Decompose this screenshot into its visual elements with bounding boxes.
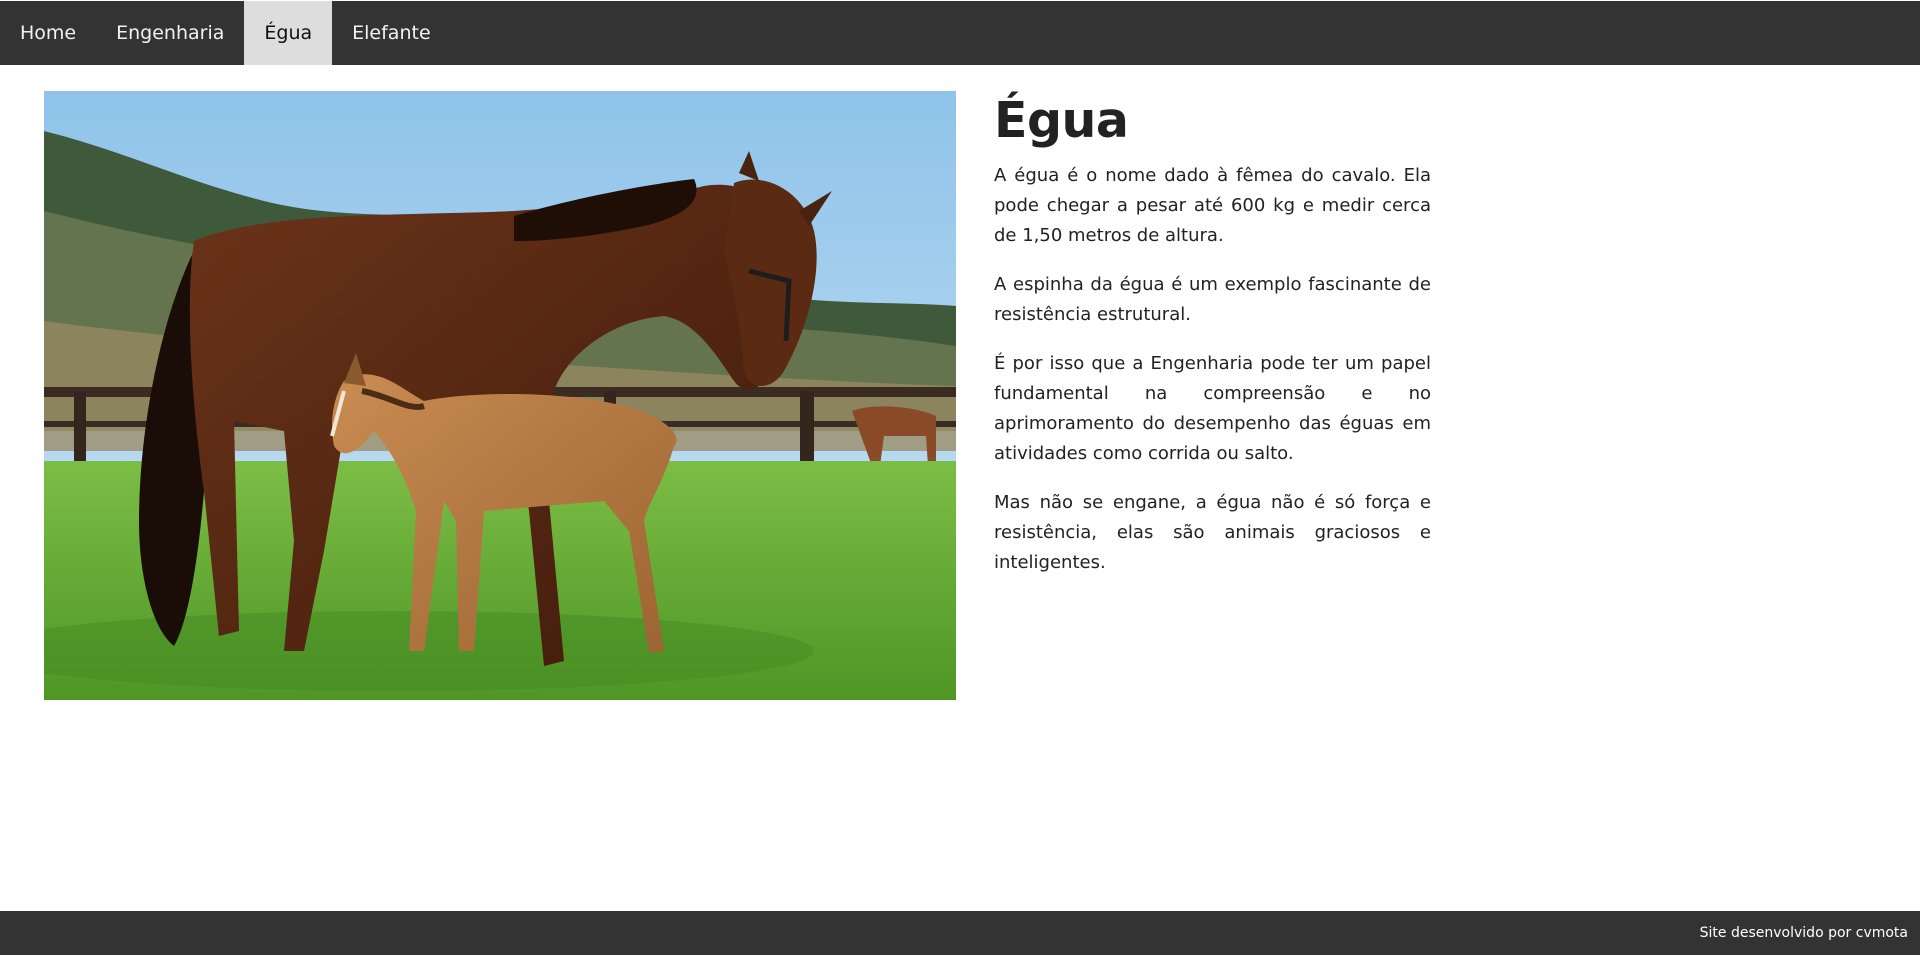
top-navbar: Home Engenharia Égua Elefante <box>0 1 1920 65</box>
page-title: Égua <box>994 92 1129 149</box>
page-footer: Site desenvolvido por cvmota <box>0 911 1920 955</box>
footer-credit: Site desenvolvido por cvmota <box>1699 925 1908 941</box>
article: Égua A égua é o nome dado à fêmea do cav… <box>994 91 1431 597</box>
article-paragraph-4: Mas não se engane, a égua não é só força… <box>994 492 1431 573</box>
article-paragraph-3: É por isso que a Engenharia pode ter um … <box>994 353 1431 464</box>
article-paragraph-1: A égua é o nome dado à fêmea do cavalo. … <box>994 165 1431 246</box>
nav-link-egua[interactable]: Égua <box>244 1 333 65</box>
nav-link-elefante[interactable]: Elefante <box>332 1 451 65</box>
nav-link-home[interactable]: Home <box>0 1 96 65</box>
mare-and-foal-photo <box>44 91 956 700</box>
nav-link-engenharia[interactable]: Engenharia <box>96 1 244 65</box>
article-paragraph-2: A espinha da égua é um exemplo fascinant… <box>994 274 1431 325</box>
